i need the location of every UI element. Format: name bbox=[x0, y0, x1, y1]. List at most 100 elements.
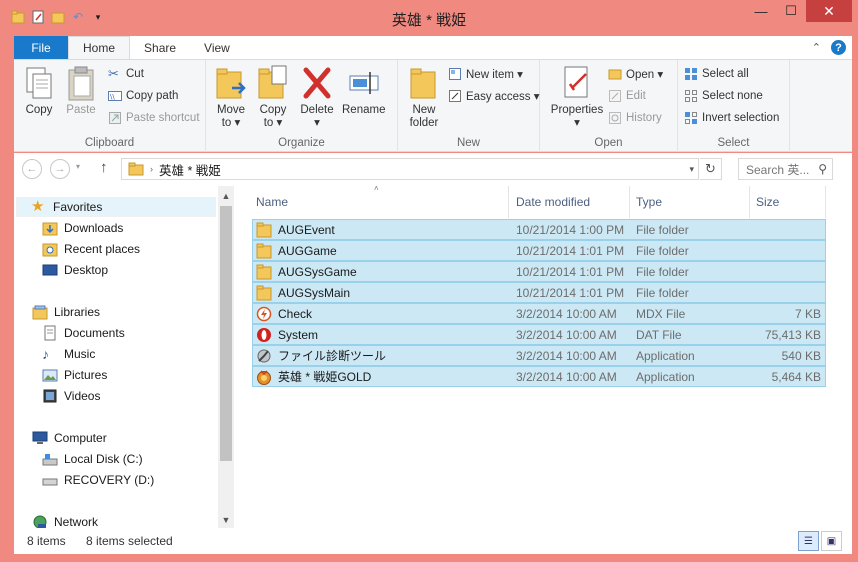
help-icon[interactable]: ? bbox=[831, 40, 846, 55]
folder-icon bbox=[128, 162, 144, 176]
delete-button[interactable]: Delete ▾ bbox=[300, 64, 334, 130]
details-view-icon[interactable]: ☰ bbox=[798, 531, 819, 551]
copy-to-label: Copy to ▾ bbox=[259, 104, 287, 129]
nav-libraries[interactable]: Libraries bbox=[32, 302, 100, 322]
select-all-icon bbox=[685, 68, 697, 80]
file-row[interactable]: ファイル診断ツール 3/2/2014 10:00 AM Application … bbox=[252, 345, 826, 366]
column-header-date[interactable]: Date modified bbox=[512, 186, 630, 218]
properties-button[interactable]: Properties ▾ bbox=[550, 64, 604, 130]
maximize-button[interactable]: ☐ bbox=[776, 0, 806, 22]
paste-button[interactable]: Paste bbox=[64, 64, 98, 117]
move-to-button[interactable]: Move to ▾ bbox=[214, 64, 248, 130]
history-label: History bbox=[626, 112, 662, 124]
open-button[interactable]: Open ▾ bbox=[608, 64, 663, 84]
invert-selection-button[interactable]: Invert selection bbox=[684, 108, 779, 128]
new-item-label: New item ▾ bbox=[466, 69, 523, 81]
item-count: 8 items bbox=[27, 534, 66, 548]
column-header-size[interactable]: Size bbox=[752, 186, 826, 218]
file-row[interactable]: AUGGame 10/21/2014 1:01 PM File folder bbox=[252, 240, 826, 261]
large-icons-view-icon[interactable]: ▣ bbox=[821, 531, 842, 551]
recent-locations-dropdown[interactable]: ▾ bbox=[76, 162, 80, 171]
scroll-down-arrow-icon[interactable]: ▼ bbox=[218, 512, 234, 528]
easy-access-button[interactable]: Easy access ▾ bbox=[448, 86, 540, 106]
paste-shortcut-button[interactable]: Paste shortcut bbox=[108, 108, 200, 128]
title-bar: ↶ ▾ 英雄 * 戦姫 — ☐ ✕ bbox=[0, 0, 858, 36]
new-item-button[interactable]: New item ▾ bbox=[448, 64, 523, 84]
nav-recent-places[interactable]: Recent places bbox=[42, 239, 140, 259]
nav-local-disk-c-label: Local Disk (C:) bbox=[64, 452, 143, 466]
scroll-up-arrow-icon[interactable]: ▲ bbox=[218, 188, 234, 204]
back-button[interactable]: ← bbox=[22, 159, 42, 179]
file-row[interactable]: AUGEvent 10/21/2014 1:00 PM File folder bbox=[252, 219, 826, 240]
select-none-button[interactable]: Select none bbox=[684, 86, 763, 106]
search-box[interactable]: Search 英... ⚲ bbox=[738, 158, 833, 180]
tab-home[interactable]: Home bbox=[68, 36, 131, 59]
open-icon bbox=[608, 69, 622, 80]
history-button[interactable]: History bbox=[608, 108, 662, 128]
refresh-button[interactable]: ↻ bbox=[700, 158, 722, 180]
tab-file[interactable]: File bbox=[14, 36, 68, 59]
edit-icon bbox=[609, 90, 621, 102]
nav-downloads[interactable]: Downloads bbox=[42, 218, 123, 238]
file-type: File folder bbox=[636, 222, 689, 237]
copy-path-button[interactable]: \\ Copy path bbox=[108, 86, 178, 106]
organize-group-label: Organize bbox=[278, 137, 325, 149]
collapse-ribbon-icon[interactable]: ⌃ bbox=[812, 41, 821, 54]
rename-button[interactable]: Rename bbox=[342, 64, 385, 117]
minimize-button[interactable]: — bbox=[746, 0, 776, 22]
file-date: 10/21/2014 1:01 PM bbox=[516, 264, 625, 279]
address-bar[interactable]: › 英雄 * 戦姫 ▾ bbox=[121, 158, 699, 180]
nav-pictures[interactable]: Pictures bbox=[42, 365, 107, 385]
file-row[interactable]: AUGSysGame 10/21/2014 1:01 PM File folde… bbox=[252, 261, 826, 282]
edit-button[interactable]: Edit bbox=[608, 86, 646, 106]
nav-computer[interactable]: Computer bbox=[32, 428, 107, 448]
close-button[interactable]: ✕ bbox=[806, 0, 852, 22]
invert-selection-icon bbox=[685, 112, 697, 124]
nav-favorites[interactable]: ★ Favorites bbox=[16, 197, 216, 217]
nav-documents[interactable]: Documents bbox=[42, 323, 125, 343]
column-header-name[interactable]: Name bbox=[252, 186, 509, 218]
nav-music[interactable]: ♪ Music bbox=[42, 344, 95, 364]
select-all-label: Select all bbox=[702, 68, 749, 80]
folder-icon bbox=[256, 264, 272, 279]
file-name: 英雄 * 戦姫GOLD bbox=[278, 370, 372, 384]
file-row[interactable]: Check 3/2/2014 10:00 AM MDX File 7 KB bbox=[252, 303, 826, 324]
address-dropdown-icon[interactable]: ▾ bbox=[689, 164, 694, 175]
breadcrumb-path[interactable]: 英雄 * 戦姫 bbox=[159, 160, 221, 179]
tab-share[interactable]: Share bbox=[130, 36, 190, 59]
computer-icon bbox=[32, 431, 48, 444]
mdx-file-icon bbox=[256, 306, 272, 321]
paste-icon bbox=[68, 66, 94, 101]
recent-places-icon bbox=[42, 243, 58, 257]
tab-view[interactable]: View bbox=[190, 36, 244, 59]
clipboard-group: Copy Paste ✂ Cut \\ Copy path Paste shor… bbox=[14, 60, 206, 152]
nav-computer-label: Computer bbox=[54, 431, 107, 445]
file-row[interactable]: System 3/2/2014 10:00 AM DAT File 75,413… bbox=[252, 324, 826, 345]
search-icon[interactable]: ⚲ bbox=[818, 162, 827, 176]
scroll-thumb[interactable] bbox=[220, 206, 232, 461]
nav-recovery-d[interactable]: RECOVERY (D:) bbox=[42, 470, 154, 490]
nav-desktop[interactable]: Desktop bbox=[42, 260, 108, 280]
nav-pane-scrollbar[interactable]: ▲ ▼ bbox=[218, 186, 234, 528]
nav-favorites-label: Favorites bbox=[53, 200, 103, 214]
paste-shortcut-label: Paste shortcut bbox=[126, 112, 200, 124]
new-group-label: New bbox=[456, 137, 480, 149]
column-header-type[interactable]: Type bbox=[632, 186, 750, 218]
nav-local-disk-c[interactable]: Local Disk (C:) bbox=[42, 449, 143, 469]
new-folder-button[interactable]: New folder bbox=[406, 64, 442, 130]
copy-to-button[interactable]: Copy to ▾ bbox=[256, 64, 290, 130]
cut-button[interactable]: ✂ Cut bbox=[108, 64, 144, 84]
copy-button[interactable]: Copy bbox=[22, 64, 56, 117]
file-row[interactable]: 英雄 * 戦姫GOLD 3/2/2014 10:00 AM Applicatio… bbox=[252, 366, 826, 387]
forward-button[interactable]: → bbox=[50, 159, 70, 179]
file-type: DAT File bbox=[636, 327, 682, 342]
up-button[interactable]: ↑ bbox=[100, 159, 108, 176]
file-type: Application bbox=[636, 369, 695, 384]
nav-videos[interactable]: Videos bbox=[42, 386, 100, 406]
select-all-button[interactable]: Select all bbox=[684, 64, 749, 84]
file-row[interactable]: AUGSysMain 10/21/2014 1:01 PM File folde… bbox=[252, 282, 826, 303]
folder-icon bbox=[256, 222, 272, 237]
breadcrumb-chevron-icon[interactable]: › bbox=[150, 164, 153, 174]
easy-access-label: Easy access ▾ bbox=[466, 91, 540, 103]
new-folder-icon bbox=[410, 68, 436, 99]
